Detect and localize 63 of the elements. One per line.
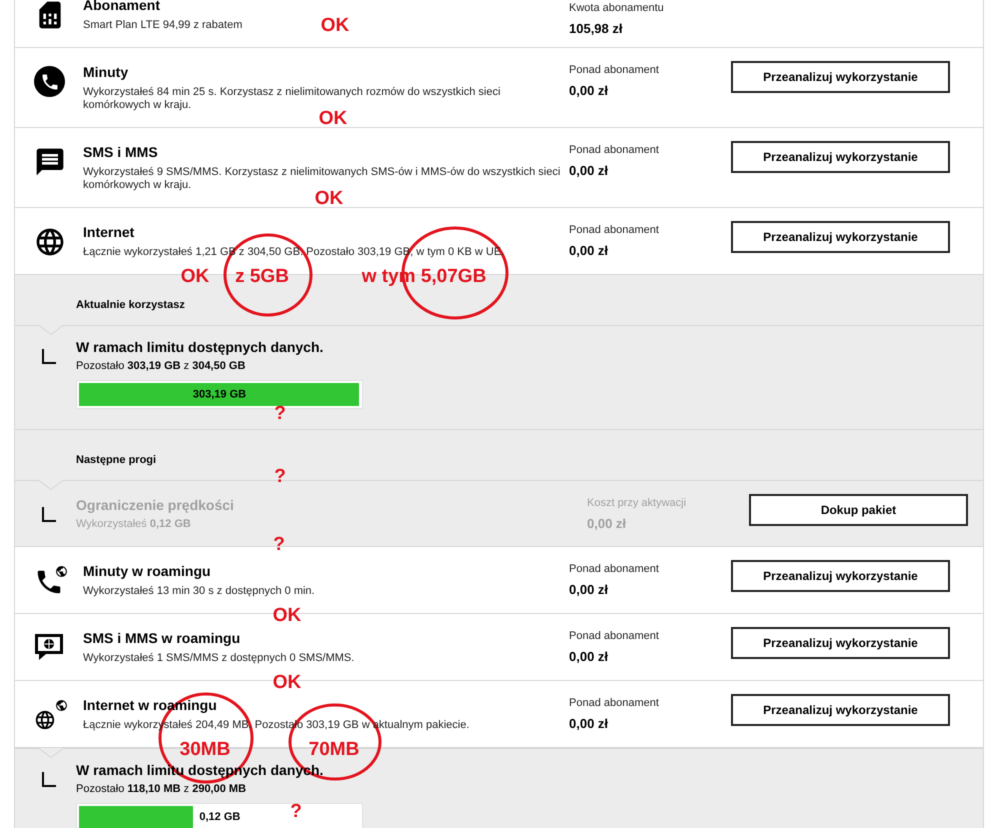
tier-detail: Wykorzystałeś 0,12 GB [76, 518, 191, 531]
service-title: Minuty [83, 64, 128, 81]
annotation-note: OK [180, 268, 210, 286]
tier-detail: Pozostało 303,19 GB z 304,50 GB [76, 360, 246, 373]
section-heading: Aktualnie korzystasz [76, 299, 185, 311]
price-value: 0,00 zł [569, 582, 610, 598]
corner-icon [42, 772, 56, 787]
annotation-note: OK [314, 190, 344, 208]
tier-detail: Pozostało 118,10 MB z 290,00 MB [76, 783, 246, 796]
corner-icon [42, 507, 56, 522]
price-label: Kwota abonamentu [569, 2, 665, 15]
section-heading: Następne progi [76, 454, 156, 466]
price-value: 0,00 zł [569, 163, 610, 179]
action-button[interactable]: Przeanalizuj wykorzystanie [731, 627, 950, 659]
progress-label: 0,12 GB [199, 811, 240, 824]
phone-icon [34, 66, 65, 97]
annotation-note: OK [320, 17, 350, 35]
price-value: 0,00 zł [569, 716, 610, 732]
service-title: Minuty w roamingu [83, 563, 211, 580]
tier-title: Ograniczenie prędkości [76, 497, 234, 514]
annotation-note: OK [272, 607, 302, 625]
corner-icon [42, 349, 56, 364]
service-description: Wykorzystałeś 13 min 30 s z dostępnych 0 min. [83, 585, 315, 598]
globe-globe-icon [34, 699, 68, 731]
price-label: Ponad abonament [569, 630, 660, 643]
price-label: Koszt przy aktywacji [587, 497, 688, 510]
action-button[interactable]: Przeanalizuj wykorzystanie [731, 560, 950, 592]
chat-globe-icon [34, 632, 64, 662]
service-description: Smart Plan LTE 94,99 z rabatem [83, 19, 242, 32]
service-description: Wykorzystałeś 1 SMS/MMS z dostępnych 0 SMS/MMS. [83, 652, 354, 665]
annotation-note: OK [318, 110, 348, 128]
price-value: 0,00 zł [569, 243, 610, 259]
annotation-note: 70MB [308, 741, 360, 759]
action-button[interactable]: Przeanalizuj wykorzystanie [731, 141, 950, 173]
service-description: Wykorzystałeś 9 SMS/MMS. Korzystasz z nielimitowanych SMS-ów i MMS-ów do wszystkich sieci komórkowych w kraju. [83, 166, 562, 191]
service-title: SMS i MMS w roamingu [83, 630, 240, 647]
annotation-note: z 5GB [235, 268, 289, 286]
service-title: SMS i MMS [83, 144, 158, 161]
price-label: Ponad abonament [569, 144, 660, 157]
price-label: Ponad abonament [569, 64, 660, 77]
price-label: Ponad abonament [569, 224, 660, 237]
progress-label: 303,19 GB [192, 388, 246, 401]
price-value: 0,00 zł [569, 649, 610, 665]
annotation-note: ? [274, 468, 286, 486]
service-description: Wykorzystałeś 84 min 25 s. Korzystasz z nielimitowanych rozmów do wszystkich sieci komórkowych w kraju. [83, 86, 502, 111]
service-title: Internet [83, 224, 134, 241]
price-value: 0,00 zł [587, 516, 628, 532]
price-label: Ponad abonament [569, 697, 660, 710]
action-button[interactable]: Przeanalizuj wykorzystanie [731, 61, 950, 93]
annotation-note: ? [274, 405, 286, 423]
annotation-note: OK [272, 674, 302, 692]
globe-icon [34, 226, 66, 258]
price-label: Ponad abonament [569, 563, 660, 576]
chat-icon [34, 146, 66, 178]
price-value: 0,00 zł [569, 83, 610, 99]
annotation-note: ? [273, 536, 285, 554]
annotation-note: ? [290, 803, 302, 821]
tier-title: W ramach limitu dostępnych danych. [76, 339, 324, 356]
service-title: Abonament [83, 0, 160, 14]
annotation-note: 30MB [180, 741, 230, 759]
action-button[interactable]: Przeanalizuj wykorzystanie [731, 694, 950, 726]
action-button[interactable]: Przeanalizuj wykorzystanie [731, 221, 950, 253]
price-value: 105,98 zł [569, 21, 624, 37]
